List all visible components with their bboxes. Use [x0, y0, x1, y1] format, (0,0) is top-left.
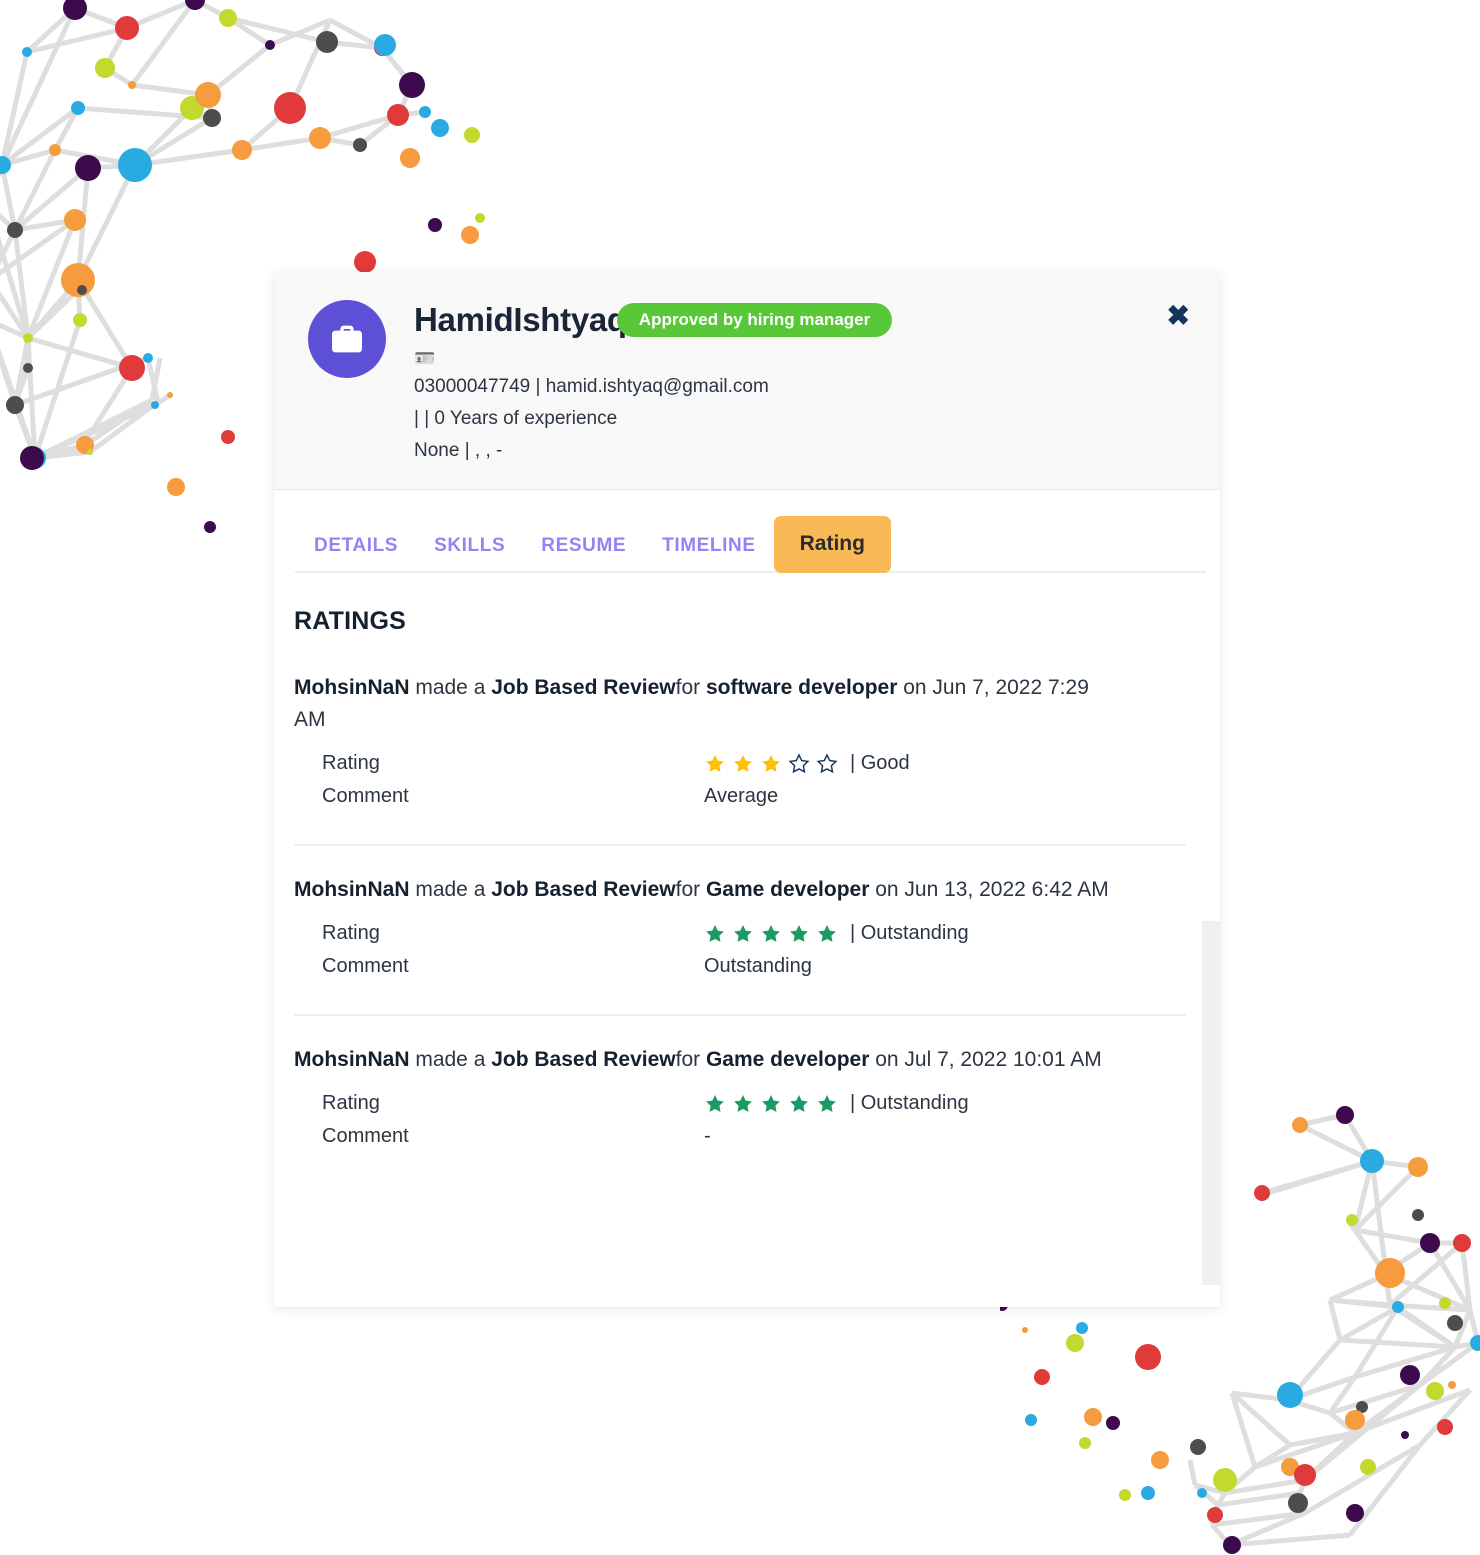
review-made-a-text: made a [409, 1048, 492, 1071]
star-empty-icon [816, 752, 838, 773]
star-rating [704, 752, 838, 775]
review-on-text: on [869, 1048, 905, 1071]
briefcase-icon [332, 325, 362, 353]
candidate-contact: 03000047749 | hamid.ishtyaq@gmail.com [414, 376, 769, 397]
review-for-text: for [675, 878, 706, 901]
star-filled-icon [790, 1094, 808, 1112]
review-for-text: for [675, 1048, 706, 1071]
star-filled-icon [706, 754, 724, 772]
comment-label: Comment [322, 1125, 409, 1147]
tab-details[interactable]: DETAILS [296, 521, 416, 573]
review-job-title: Game developer [705, 878, 870, 901]
star-filled-icon [818, 1094, 836, 1112]
name-line: HamidIshtyaq Approved by hiring manager [414, 296, 1194, 344]
ratings-panel: RATINGS MohsinNaN made a Job Based Revie… [274, 573, 1220, 1285]
review-author: MohsinNaN [294, 878, 410, 901]
comment-label: Comment [322, 785, 409, 807]
star-filled-icon [762, 754, 780, 772]
review-item: MohsinNaN made a Job Based Reviewfor Gam… [294, 844, 1186, 1014]
star-filled-icon [706, 924, 724, 942]
rating-row: Rating | Good [294, 752, 1186, 775]
tab-rating[interactable]: Rating [773, 516, 891, 573]
candidate-location: None | , , - [414, 440, 503, 461]
comment-row: Comment - [294, 1125, 1186, 1148]
comment-label: Comment [322, 955, 409, 977]
candidate-name: HamidIshtyaq [414, 301, 627, 338]
star-filled-icon [818, 924, 836, 942]
rating-word: | Good [850, 752, 910, 774]
review-type: Job Based Review [491, 676, 676, 699]
review-type: Job Based Review [491, 878, 676, 901]
star-empty-icon [788, 752, 810, 773]
review-headline: MohsinNaN made a Job Based Reviewfor Gam… [294, 874, 1114, 906]
review-datetime: Jun 13, 2022 6:42 AM [904, 878, 1109, 901]
rating-label: Rating [322, 752, 380, 774]
star-filled-icon [706, 1094, 724, 1112]
candidate-profile-modal: ✖ HamidIshtyaq Approved by hiring manage… [274, 272, 1220, 1307]
rating-label: Rating [322, 1092, 380, 1114]
rating-value: | Outstanding [704, 1092, 1186, 1115]
status-badge: Approved by hiring manager [616, 303, 893, 337]
review-datetime: Jul 7, 2022 10:01 AM [904, 1048, 1102, 1071]
review-author: MohsinNaN [294, 1048, 410, 1071]
review-headline: MohsinNaN made a Job Based Reviewfor Gam… [294, 1044, 1114, 1076]
comment-value: Average [704, 785, 779, 807]
rating-word: | Outstanding [850, 1092, 969, 1114]
review-made-a-text: made a [409, 676, 492, 699]
star-rating [704, 923, 838, 945]
tab-timeline[interactable]: TIMELINE [644, 521, 773, 573]
rating-word: | Outstanding [850, 922, 969, 944]
candidate-experience: | | 0 Years of experience [414, 408, 618, 429]
rating-label: Rating [322, 922, 380, 944]
vertical-scrollbar[interactable] [1202, 921, 1220, 1285]
tab-resume[interactable]: RESUME [523, 521, 644, 573]
comment-row: Comment Average [294, 785, 1186, 808]
candidate-info: HamidIshtyaq Approved by hiring manager … [414, 294, 1194, 467]
star-filled-icon [734, 924, 752, 942]
star-filled-icon [790, 924, 808, 942]
star-filled-icon [762, 1094, 780, 1112]
rating-row: Rating | Outstanding [294, 922, 1186, 945]
tab-skills[interactable]: SKILLS [416, 521, 523, 573]
review-author: MohsinNaN [294, 676, 410, 699]
review-item: MohsinNaN made a Job Based Reviewfor sof… [294, 658, 1186, 844]
review-list: MohsinNaN made a Job Based Reviewfor sof… [294, 658, 1186, 1184]
star-filled-icon [734, 754, 752, 772]
review-job-title: software developer [705, 676, 898, 699]
avatar [308, 300, 386, 378]
star-filled-icon [734, 1094, 752, 1112]
id-card-icon: 🪪 [414, 349, 436, 368]
review-on-text: on [897, 676, 933, 699]
review-for-text: for [675, 676, 706, 699]
tab-bar: DETAILS SKILLS RESUME TIMELINE Rating [274, 490, 1220, 573]
page-title: RATINGS [294, 607, 407, 635]
review-job-title: Game developer [705, 1048, 870, 1071]
comment-row: Comment Outstanding [294, 955, 1186, 978]
review-type: Job Based Review [491, 1048, 676, 1071]
rating-value: | Outstanding [704, 922, 1186, 945]
star-rating [704, 1093, 838, 1115]
comment-value: - [704, 1125, 711, 1147]
rating-row: Rating | Outstanding [294, 1092, 1186, 1115]
review-headline: MohsinNaN made a Job Based Reviewfor sof… [294, 672, 1114, 736]
review-item: MohsinNaN made a Job Based Reviewfor Gam… [294, 1014, 1186, 1184]
star-filled-icon [762, 924, 780, 942]
modal-header: ✖ HamidIshtyaq Approved by hiring manage… [274, 272, 1220, 490]
review-made-a-text: made a [409, 878, 492, 901]
rating-value: | Good [704, 752, 1186, 775]
comment-value: Outstanding [704, 955, 812, 977]
review-on-text: on [869, 878, 905, 901]
